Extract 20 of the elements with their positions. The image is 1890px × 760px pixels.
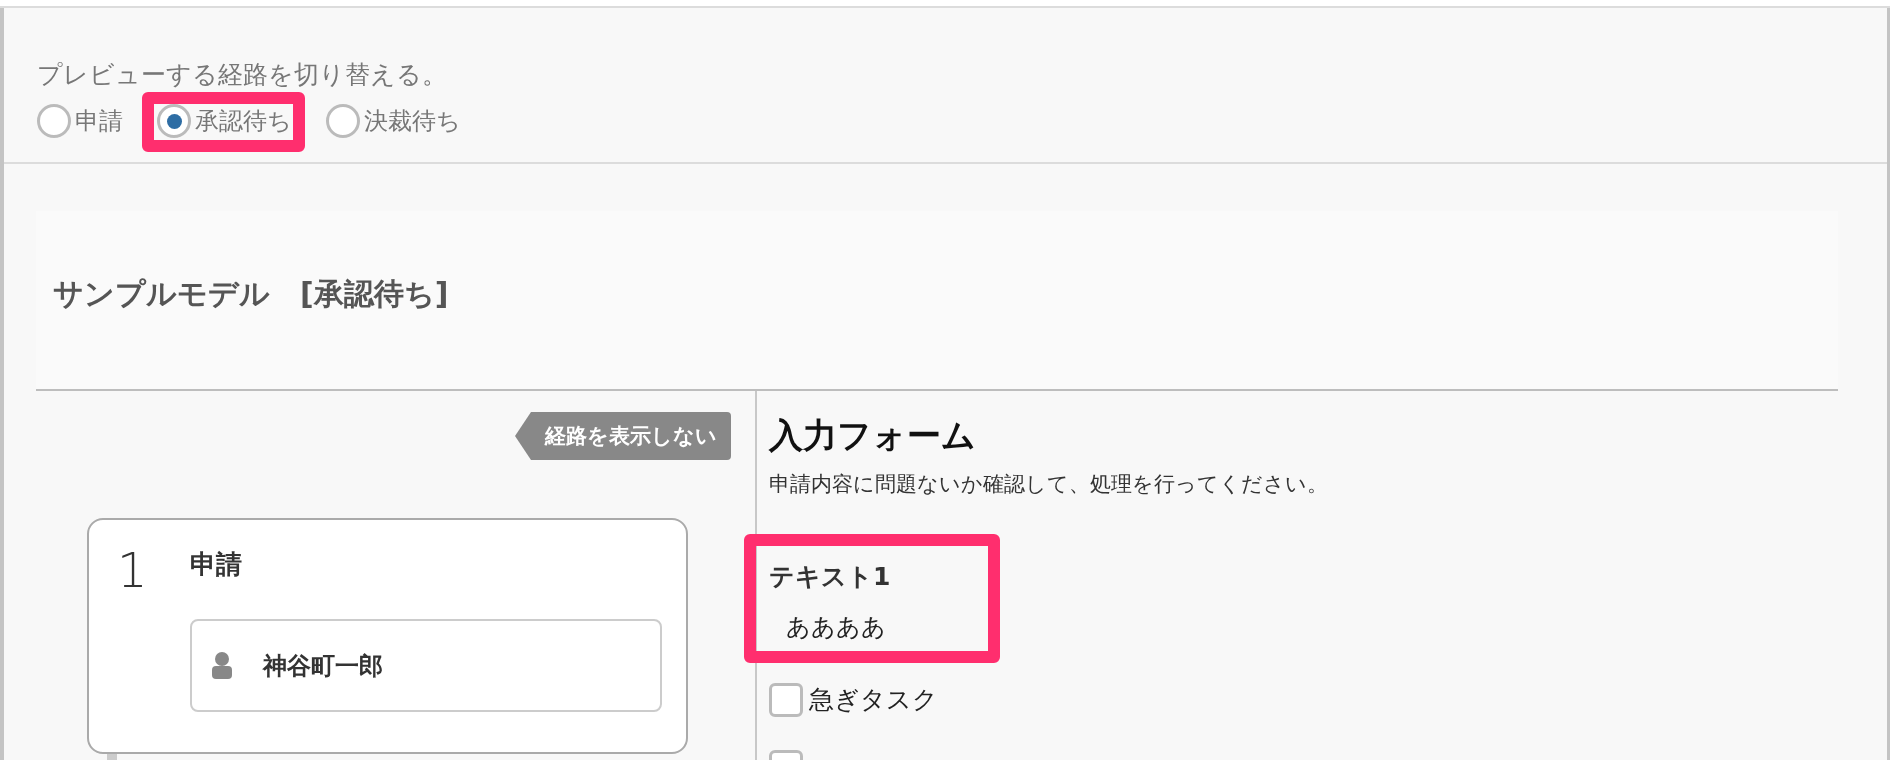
field-label: テキスト1 <box>769 561 892 593</box>
radio-button[interactable] <box>326 104 360 138</box>
form-title: 入力フォーム <box>769 414 977 457</box>
checkbox[interactable] <box>769 682 803 717</box>
step-number: 1 <box>117 541 149 600</box>
assignee-name: 神谷町一郎 <box>263 650 383 682</box>
model-title: サンプルモデル [承認待ち] <box>53 275 450 313</box>
step-name: 申請 <box>190 548 242 581</box>
form-description: 申請内容に問題ないか確認して、処理を行ってください。 <box>769 471 1329 498</box>
route-connector <box>107 754 117 760</box>
radio-button[interactable] <box>157 104 191 138</box>
radio-option[interactable]: 申請 <box>37 104 123 138</box>
radio-option[interactable]: 決裁待ち <box>326 104 461 138</box>
radio-button[interactable] <box>37 104 71 138</box>
radio-option[interactable]: 承認待ち <box>157 104 292 138</box>
preview-switch-label: プレビューする経路を切り替える。 <box>37 60 448 90</box>
checkbox-label[interactable]: 急ぎタスク <box>809 683 938 716</box>
field-value: ああああ <box>786 612 887 643</box>
person-icon <box>211 652 233 679</box>
hide-route-button[interactable]: 経路を表示しない <box>515 412 731 460</box>
